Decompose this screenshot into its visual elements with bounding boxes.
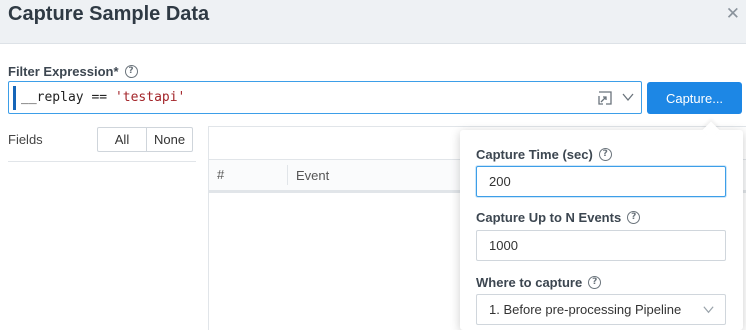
dialog-header: Capture Sample Data ✕ xyxy=(0,0,746,44)
capture-button[interactable]: Capture... xyxy=(647,82,742,114)
expr-identifier: __replay xyxy=(21,90,84,105)
filter-expression-input[interactable]: __replay == 'testapi' xyxy=(8,81,642,114)
help-icon[interactable]: ? xyxy=(588,276,602,289)
capture-events-input[interactable]: 1000 xyxy=(476,230,726,261)
chevron-down-icon xyxy=(703,306,714,314)
capture-events-label: Capture Up to N Events ? xyxy=(476,210,641,225)
where-to-capture-select[interactable]: 1. Before pre-processing Pipeline xyxy=(476,294,726,325)
fields-label: Fields xyxy=(8,132,43,147)
capture-time-input[interactable]: 200 xyxy=(476,166,726,197)
popover-arrow xyxy=(702,121,720,139)
help-icon[interactable]: ? xyxy=(627,211,641,224)
fields-divider xyxy=(8,161,196,162)
capture-time-label-text: Capture Time (sec) xyxy=(476,147,593,162)
close-icon[interactable]: ✕ xyxy=(726,4,740,24)
dialog-title: Capture Sample Data xyxy=(8,3,210,25)
fields-all-button[interactable]: All xyxy=(98,128,147,151)
where-to-capture-value: 1. Before pre-processing Pipeline xyxy=(489,302,682,317)
expr-string: 'testapi' xyxy=(114,90,186,105)
capture-events-label-text: Capture Up to N Events xyxy=(476,210,622,225)
where-to-capture-label-text: Where to capture xyxy=(476,275,583,290)
filter-label-text: Filter Expression* xyxy=(8,64,119,79)
column-header-event: Event xyxy=(296,167,330,183)
chevron-down-icon[interactable] xyxy=(621,90,635,104)
where-to-capture-label: Where to capture ? xyxy=(476,275,602,290)
cursor-bar xyxy=(13,85,16,110)
capture-settings-popover: Capture Time (sec) ? 200 Capture Up to N… xyxy=(460,121,743,330)
help-icon[interactable]: ? xyxy=(124,65,138,78)
filter-expression-label: Filter Expression* ? xyxy=(8,64,138,79)
fields-none-button[interactable]: None xyxy=(147,128,192,151)
column-header-index: # xyxy=(209,165,288,185)
expr-operator: == xyxy=(83,90,115,105)
filter-expression-code: __replay == 'testapi' xyxy=(21,90,185,105)
capture-time-label: Capture Time (sec) ? xyxy=(476,147,612,162)
fields-toggle: All None xyxy=(97,127,194,152)
open-editor-icon[interactable] xyxy=(597,90,613,106)
help-icon[interactable]: ? xyxy=(598,148,612,161)
